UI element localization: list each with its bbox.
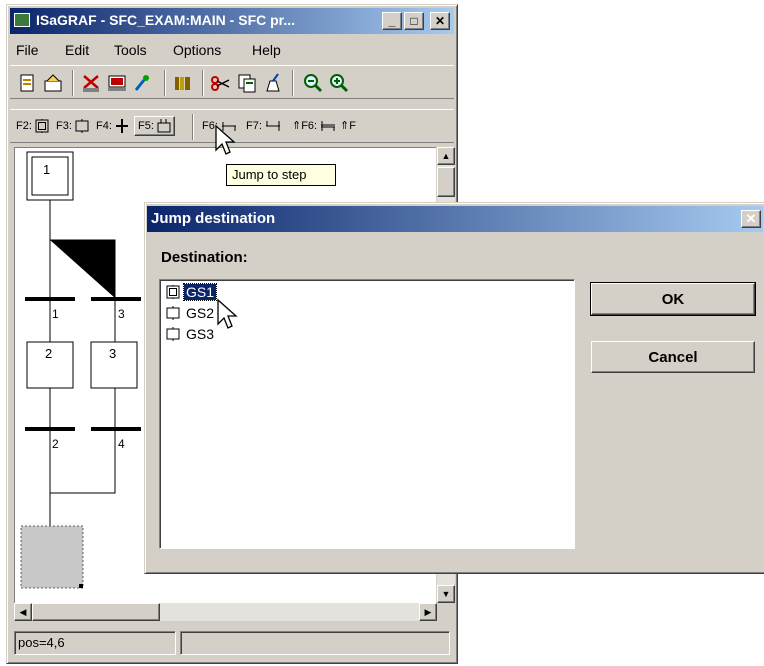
transition-3-label: 3 xyxy=(118,307,125,321)
shift-f-more-label: ⇑F xyxy=(340,120,356,132)
toolbar-separator xyxy=(164,70,166,96)
list-item[interactable]: GS1 xyxy=(166,282,218,302)
initial-step-icon xyxy=(166,285,180,299)
toolbar-separator xyxy=(72,70,74,96)
convergence-icon xyxy=(265,121,280,131)
step-icon xyxy=(166,327,180,341)
jump-destination-dialog: Jump destination ✕ Destination: GS1 GS2 … xyxy=(144,202,764,574)
copy-icon[interactable] xyxy=(236,72,258,94)
transition-3[interactable]: 3 xyxy=(91,297,141,321)
shift-f6-button[interactable]: ⇑F6: xyxy=(292,119,336,133)
shift-f6-label: ⇑F6: xyxy=(292,120,318,132)
library-icon[interactable] xyxy=(172,72,194,94)
ok-button[interactable]: OK xyxy=(590,282,756,316)
menu-file[interactable]: File xyxy=(16,42,39,58)
minimize-button[interactable]: _ xyxy=(382,12,402,30)
jump-icon xyxy=(157,119,171,133)
step-3-label: 3 xyxy=(109,346,116,361)
f3-label: F3: xyxy=(56,119,72,132)
step-2-label: 2 xyxy=(45,346,52,361)
step-1-label: 1 xyxy=(43,162,50,177)
f2-label: F2: xyxy=(16,119,32,132)
menu-help[interactable]: Help xyxy=(252,42,281,58)
cancel-button[interactable]: Cancel xyxy=(591,341,755,373)
f2-initial-step-button[interactable]: F2: xyxy=(16,119,49,133)
new-page-icon[interactable] xyxy=(16,72,38,94)
transition-1-label: 1 xyxy=(52,307,59,321)
zoom-out-icon[interactable] xyxy=(302,72,324,94)
destination-label: Destination: xyxy=(161,249,248,266)
simultaneous-divergence-icon xyxy=(321,121,336,132)
mouse-cursor-icon xyxy=(215,124,236,155)
list-item[interactable]: GS3 xyxy=(166,324,216,344)
status-bar: pos=4,6 xyxy=(10,627,454,659)
list-item[interactable]: GS2 xyxy=(166,303,216,323)
transition-4-label: 4 xyxy=(118,437,125,451)
dialog-title: Jump destination xyxy=(151,210,276,227)
paint-icon[interactable] xyxy=(262,72,284,94)
save-icon[interactable] xyxy=(42,72,64,94)
toolbar-separator xyxy=(202,70,204,96)
scissors-icon[interactable] xyxy=(210,72,232,94)
f7-convergence-button[interactable]: F7: xyxy=(246,119,281,133)
mouse-cursor-icon xyxy=(217,298,238,329)
menu-bar: File Edit Tools Options Help xyxy=(10,38,454,62)
f4-transition-button[interactable]: F4: xyxy=(96,119,129,133)
list-item-label: GS3 xyxy=(186,326,215,342)
selected-cell[interactable] xyxy=(20,525,84,589)
tooltip: Jump to step xyxy=(226,164,336,186)
dialog-title-bar[interactable]: Jump destination ✕ xyxy=(147,206,763,232)
cut-icon[interactable] xyxy=(80,72,102,94)
transition-icon xyxy=(115,119,128,133)
menu-options[interactable]: Options xyxy=(173,42,221,58)
menu-edit[interactable]: Edit xyxy=(65,42,89,58)
toolbar-separator xyxy=(292,70,294,96)
step-icon xyxy=(166,306,180,320)
f5-label: F5: xyxy=(138,119,154,132)
initial-step-icon xyxy=(35,119,49,133)
toolbar-separator xyxy=(192,114,194,140)
f7-label: F7: xyxy=(246,119,262,132)
scroll-right-arrow-icon[interactable]: ▶ xyxy=(419,603,437,621)
horizontal-scrollbar[interactable]: ◀ ▶ xyxy=(14,603,437,621)
f5-jump-button[interactable]: F5: xyxy=(134,116,175,136)
transition-4[interactable]: 4 xyxy=(91,427,141,451)
status-secondary xyxy=(180,631,450,655)
dialog-close-button[interactable]: ✕ xyxy=(741,210,761,228)
scroll-up-arrow-icon[interactable]: ▲ xyxy=(437,147,455,165)
menu-tools[interactable]: Tools xyxy=(114,42,147,58)
maximize-button[interactable]: □ xyxy=(404,12,424,30)
main-toolbar xyxy=(10,65,454,99)
step-2-box[interactable]: 2 xyxy=(26,341,74,389)
zoom-in-icon[interactable] xyxy=(328,72,350,94)
list-item-label: GS2 xyxy=(186,305,215,321)
transition-2-label: 2 xyxy=(52,437,59,451)
main-window-title: ISaGRAF - SFC_EXAM:MAIN - SFC pr... xyxy=(36,12,296,28)
status-position: pos=4,6 xyxy=(14,631,176,655)
list-item-label: GS1 xyxy=(182,283,218,301)
step-icon xyxy=(75,119,89,133)
dictionary-icon[interactable] xyxy=(106,72,128,94)
f3-step-button[interactable]: F3: xyxy=(56,119,89,133)
step-1-box[interactable]: 1 xyxy=(26,151,74,201)
shift-f-more-button[interactable]: ⇑F xyxy=(340,119,356,132)
vertical-scroll-thumb[interactable] xyxy=(437,167,455,197)
scroll-down-arrow-icon[interactable]: ▼ xyxy=(437,585,455,603)
app-icon xyxy=(14,13,30,27)
main-title-bar[interactable]: ISaGRAF - SFC_EXAM:MAIN - SFC pr... _ □ … xyxy=(10,8,454,34)
close-button[interactable]: ✕ xyxy=(430,12,450,30)
horizontal-scroll-thumb[interactable] xyxy=(32,603,160,621)
step-3-box[interactable]: 3 xyxy=(90,341,138,389)
destination-list[interactable]: GS1 GS2 GS3 xyxy=(159,279,575,549)
f4-label: F4: xyxy=(96,119,112,132)
scroll-left-arrow-icon[interactable]: ◀ xyxy=(14,603,32,621)
brush-icon[interactable] xyxy=(132,72,154,94)
